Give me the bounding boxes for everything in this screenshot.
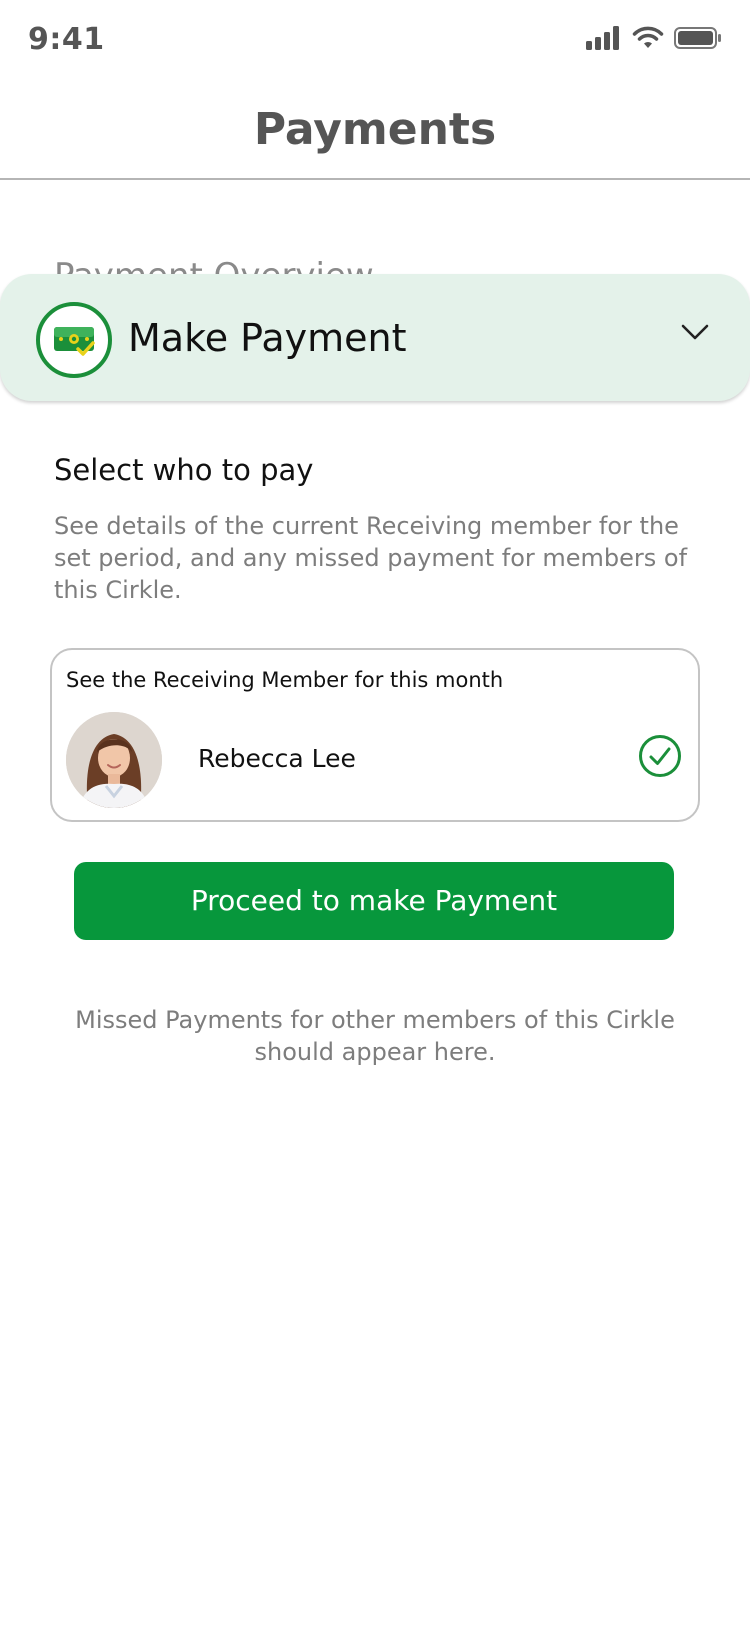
avatar xyxy=(66,712,162,808)
select-who-to-pay-description: See details of the current Receiving mem… xyxy=(54,512,688,604)
proceed-to-payment-button[interactable]: Proceed to make Payment xyxy=(74,862,674,940)
select-who-to-pay-heading: Select who to pay xyxy=(54,453,314,487)
status-bar: 9:41 xyxy=(0,0,750,84)
receiving-member-label: See the Receiving Member for this month xyxy=(66,668,504,692)
missed-payments-note: Missed Payments for other members of thi… xyxy=(75,1006,675,1066)
wifi-icon xyxy=(632,26,664,54)
payment-overview-heading[interactable]: Payment Overview xyxy=(54,254,374,276)
make-payment-title: Make Payment xyxy=(128,316,407,360)
signal-icon xyxy=(586,26,622,54)
page-title: Payments xyxy=(253,104,497,155)
chevron-down-icon[interactable] xyxy=(680,322,710,346)
selected-check-icon[interactable] xyxy=(638,734,682,782)
receiving-member-card[interactable]: See the Receiving Member for this month … xyxy=(50,648,700,822)
make-payment-accordion[interactable]: Make Payment xyxy=(0,274,750,401)
status-time: 9:41 xyxy=(28,22,105,57)
member-name: Rebecca Lee xyxy=(198,744,356,773)
page-header: Payments xyxy=(0,84,750,180)
battery-icon xyxy=(674,26,722,54)
payment-check-icon xyxy=(36,302,112,378)
status-icons xyxy=(586,26,722,54)
